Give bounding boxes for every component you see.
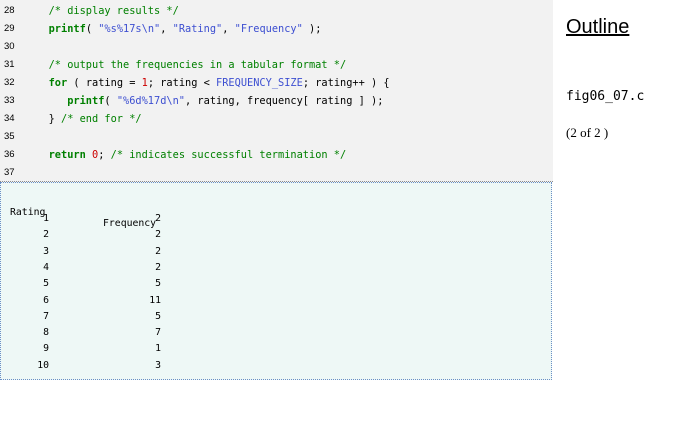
- frequency-value: 2: [155, 261, 161, 273]
- page-indicator: (2 of 2 ): [566, 125, 609, 140]
- line-number: 33: [4, 95, 15, 106]
- code-line: 30: [0, 38, 553, 56]
- code-token: (: [85, 23, 99, 35]
- code-token: /* display results */: [48, 5, 179, 17]
- code-token: , rating, frequency[ rating ] );: [185, 95, 384, 107]
- code-line: 35: [0, 128, 553, 146]
- code-line: 33 printf( "%6d%17d\n", rating, frequenc…: [0, 92, 553, 110]
- rating-value: 4: [43, 261, 49, 273]
- rating-value: 8: [43, 327, 49, 339]
- code-token: ; rating <: [147, 77, 217, 89]
- code-token: /* end for */: [61, 113, 142, 125]
- code-token: FREQUENCY_SIZE: [216, 77, 303, 89]
- code-text: /* output the frequencies in a tabular f…: [30, 56, 347, 74]
- code-line: 28 /* display results */: [0, 2, 553, 20]
- line-number: 32: [4, 77, 15, 88]
- file-name: fig06_07.c: [566, 89, 645, 104]
- line-number: 34: [4, 113, 15, 124]
- code-token: printf: [48, 23, 86, 35]
- rating-value: 1: [43, 213, 49, 224]
- frequency-value: 3: [155, 359, 161, 371]
- frequency-header: Frequency: [103, 218, 157, 229]
- code-token: }: [30, 113, 61, 125]
- line-number: 36: [4, 149, 15, 160]
- line-number: 37: [4, 167, 15, 178]
- rating-value: 6: [43, 294, 49, 306]
- code-token: ( rating =: [67, 77, 142, 89]
- frequency-value: 2: [155, 213, 161, 224]
- output-header: Rating Frequency: [1, 196, 551, 240]
- rating-value: 9: [43, 343, 49, 355]
- line-number: 28: [4, 5, 15, 16]
- code-token: (: [104, 95, 117, 107]
- frequency-value: 5: [155, 278, 161, 290]
- frequency-value: 5: [155, 310, 161, 322]
- code-token: return: [48, 149, 86, 161]
- code-panel: 28 /* display results */29 printf( "%s%1…: [0, 0, 553, 197]
- code-line: 36 return 0; /* indicates successful ter…: [0, 146, 553, 164]
- frequency-value: 2: [155, 229, 161, 241]
- rating-value: 3: [43, 245, 49, 257]
- line-number: 29: [4, 23, 15, 34]
- code-line: 34 } /* end for */: [0, 110, 553, 128]
- code-token: "%s%17s\n": [98, 23, 161, 35]
- code-token: ,: [160, 23, 173, 35]
- frequency-value: 1: [155, 343, 161, 355]
- frequency-value: 7: [155, 327, 161, 339]
- rating-value: 7: [43, 310, 49, 322]
- code-text: } /* end for */: [30, 110, 142, 128]
- code-line: 29 printf( "%s%17s\n", "Rating", "Freque…: [0, 20, 553, 38]
- code-token: /* indicates successful termination */: [110, 149, 347, 161]
- frequency-value: 2: [155, 245, 161, 257]
- line-number: 30: [4, 41, 15, 52]
- code-token: ,: [222, 23, 235, 35]
- code-token: ; rating++ ) {: [302, 77, 390, 89]
- code-token: "Frequency": [234, 23, 303, 35]
- rating-header: Rating: [10, 207, 46, 218]
- frequency-value: 11: [149, 294, 161, 306]
- code-token: printf: [67, 95, 105, 107]
- code-line: 32 for ( rating = 1; rating < FREQUENCY_…: [0, 74, 553, 92]
- code-text: return 0; /* indicates successful termin…: [30, 146, 347, 164]
- outline-title: Outline: [566, 16, 630, 38]
- code-text: /* display results */: [30, 2, 179, 20]
- code-text: printf( "%s%17s\n", "Rating", "Frequency…: [30, 20, 322, 38]
- rating-value: 2: [43, 229, 49, 241]
- code-token: /* output the frequencies in a tabular f…: [48, 59, 347, 71]
- rating-value: 10: [37, 359, 49, 371]
- code-token: for: [48, 77, 68, 89]
- line-number: 31: [4, 59, 15, 70]
- code-line: 37: [0, 164, 553, 182]
- code-text: printf( "%6d%17d\n", rating, frequency[ …: [30, 92, 383, 110]
- code-token: );: [302, 23, 322, 35]
- code-token: "Rating": [172, 23, 223, 35]
- code-token: "%6d%17d\n": [116, 95, 186, 107]
- code-line: 31 /* output the frequencies in a tabula…: [0, 56, 553, 74]
- output-panel: Rating Frequency 1 2 2 2 3 2 4 2 5 5 6 11 7 5 8 7 9 1 10 3: [0, 182, 552, 380]
- code-text: for ( rating = 1; rating < FREQUENCY_SIZ…: [30, 74, 390, 92]
- rating-value: 5: [43, 278, 49, 290]
- code-token: ;: [98, 149, 111, 161]
- line-number: 35: [4, 131, 15, 142]
